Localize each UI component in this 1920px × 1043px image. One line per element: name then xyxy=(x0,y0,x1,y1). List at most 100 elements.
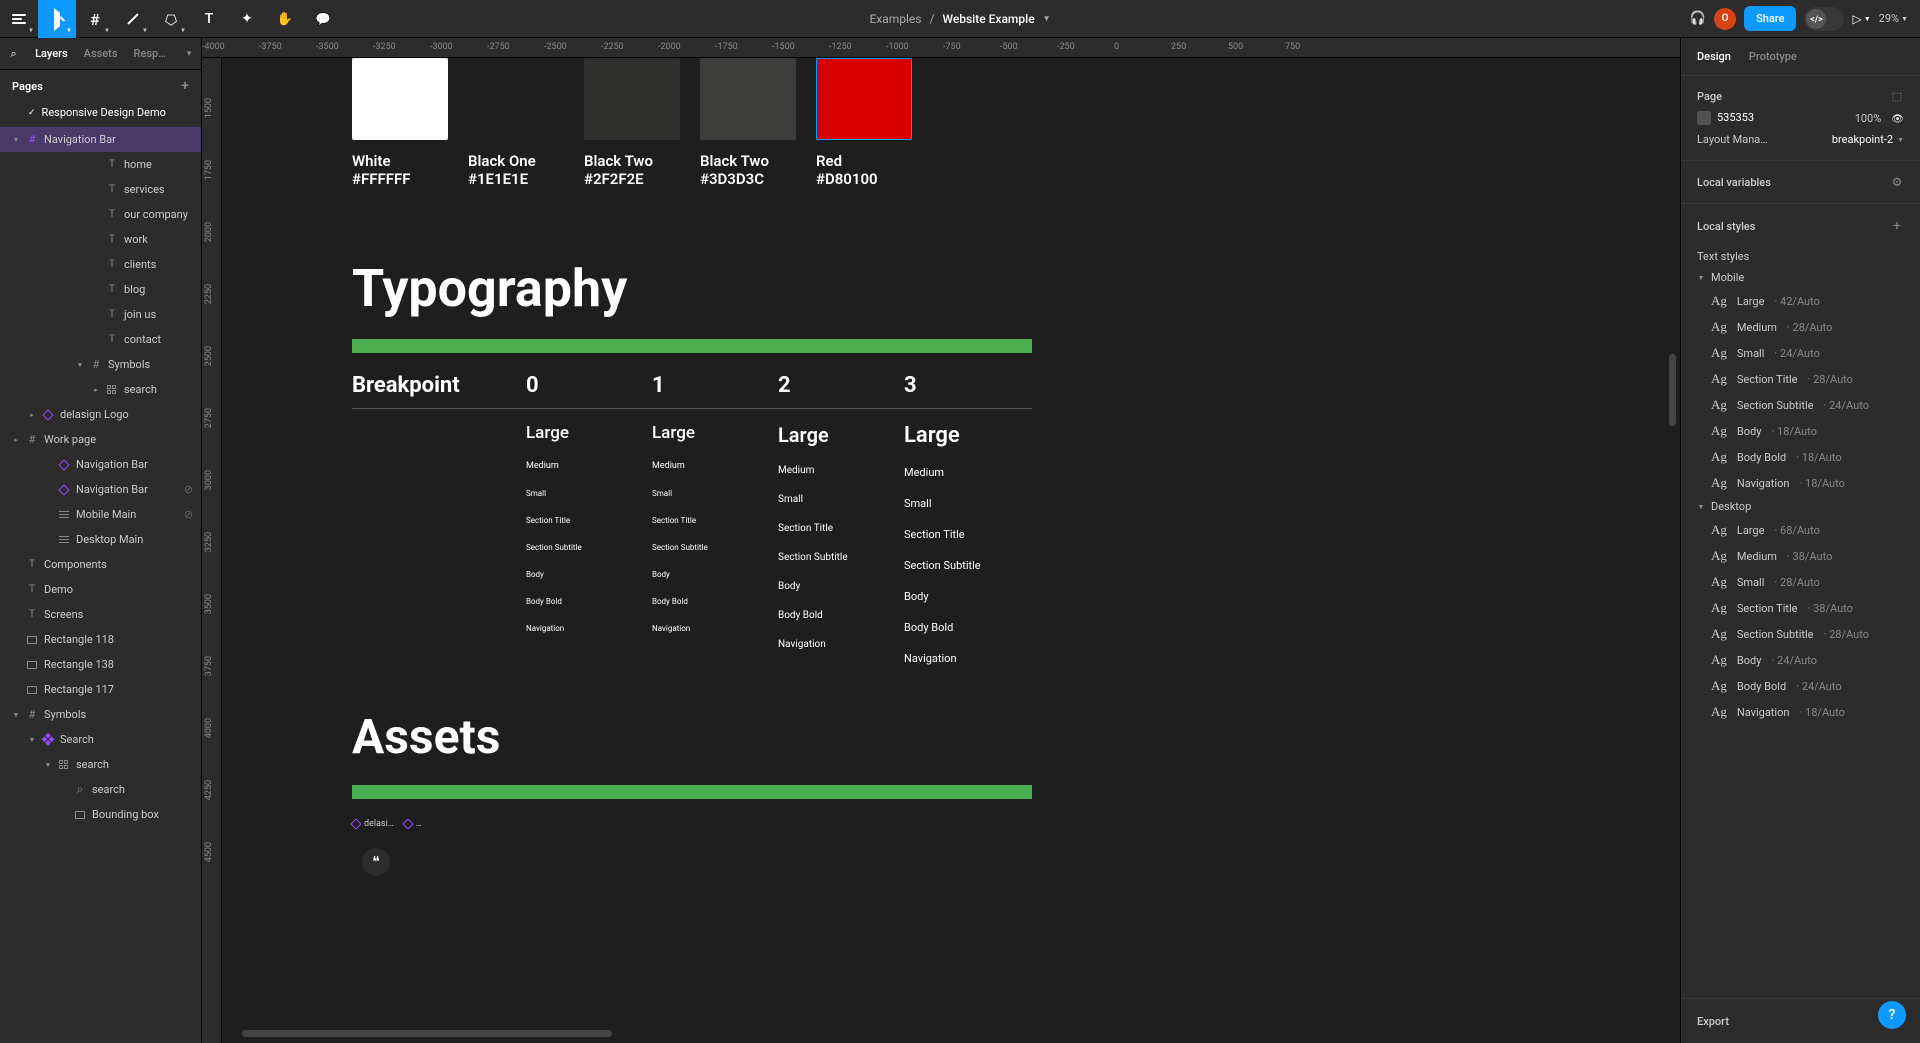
style-group-header[interactable]: ▼Desktop xyxy=(1681,496,1920,517)
layer-row[interactable]: ▼Search xyxy=(0,727,201,752)
color-swatch[interactable]: Red#D80100 xyxy=(816,58,912,188)
layer-row[interactable]: ▼search xyxy=(0,752,201,777)
text-style-row[interactable]: AgSection Title · 28/Auto xyxy=(1681,366,1920,392)
asset-tag[interactable]: delasi… xyxy=(352,819,394,829)
add-style-button[interactable] xyxy=(1890,218,1904,234)
text-style-row[interactable]: AgSection Title · 38/Auto xyxy=(1681,595,1920,621)
twisty-icon[interactable]: ▼ xyxy=(28,736,36,744)
variables-icon[interactable] xyxy=(1890,90,1904,103)
text-style-row[interactable]: AgMedium · 28/Auto xyxy=(1681,314,1920,340)
avatar[interactable]: O xyxy=(1714,8,1736,30)
settings-icon[interactable] xyxy=(1890,175,1904,189)
horizontal-scrollbar[interactable] xyxy=(242,1030,612,1037)
twisty-icon[interactable]: ▼ xyxy=(76,361,84,369)
layer-row[interactable]: Mobile Main⊘ xyxy=(0,502,201,527)
layer-row[interactable]: ▸Work page xyxy=(0,427,201,452)
layer-row[interactable]: home xyxy=(0,152,201,177)
chevron-down-icon[interactable]: ▼ xyxy=(185,49,193,58)
hidden-icon[interactable]: ⊘ xyxy=(184,483,193,496)
layer-row[interactable]: ▸delasign Logo xyxy=(0,402,201,427)
layer-row[interactable]: contact xyxy=(0,327,201,352)
resources-button[interactable] xyxy=(228,0,266,38)
layer-row[interactable]: Screens xyxy=(0,602,201,627)
pen-tool-button[interactable]: ▼ xyxy=(152,0,190,38)
share-button[interactable]: Share xyxy=(1744,6,1796,31)
text-style-row[interactable]: AgLarge · 42/Auto xyxy=(1681,288,1920,314)
layer-row[interactable]: search xyxy=(0,777,201,802)
color-swatch[interactable]: White#FFFFFF xyxy=(352,58,448,188)
text-style-row[interactable]: AgSmall · 28/Auto xyxy=(1681,569,1920,595)
frame-tool-button[interactable]: ▼ xyxy=(76,0,114,38)
dev-mode-toggle[interactable] xyxy=(1804,7,1844,31)
text-style-row[interactable]: AgSection Subtitle · 28/Auto xyxy=(1681,621,1920,647)
comment-tool-button[interactable] xyxy=(304,0,342,38)
text-style-row[interactable]: AgLarge · 68/Auto xyxy=(1681,517,1920,543)
text-style-row[interactable]: AgBody Bold · 18/Auto xyxy=(1681,444,1920,470)
text-style-row[interactable]: AgBody · 24/Auto xyxy=(1681,647,1920,673)
vertical-scrollbar[interactable] xyxy=(1669,354,1676,426)
breadcrumb-current[interactable]: Website Example xyxy=(942,12,1034,26)
tab-prototype[interactable]: Prototype xyxy=(1749,50,1797,63)
shape-tool-button[interactable]: ▼ xyxy=(114,0,152,38)
style-group-header[interactable]: ▼Mobile xyxy=(1681,267,1920,288)
layer-row[interactable]: Rectangle 138 xyxy=(0,652,201,677)
twisty-icon[interactable]: ▸ xyxy=(28,411,36,419)
page-background[interactable]: 535353 xyxy=(1697,111,1754,125)
layer-row[interactable]: Rectangle 118 xyxy=(0,627,201,652)
tab-design[interactable]: Design xyxy=(1697,50,1731,63)
layer-row[interactable]: ▸search xyxy=(0,377,201,402)
layer-row[interactable]: Rectangle 117 xyxy=(0,677,201,702)
color-swatch[interactable]: Black Two#3D3D3C xyxy=(700,58,796,188)
text-tool-button[interactable] xyxy=(190,0,228,38)
text-style-row[interactable]: AgMedium · 38/Auto xyxy=(1681,543,1920,569)
layer-row[interactable]: Navigation Bar xyxy=(0,452,201,477)
text-style-row[interactable]: AgNavigation · 18/Auto xyxy=(1681,699,1920,725)
color-swatch[interactable]: Black Two#2F2F2E xyxy=(584,58,680,188)
add-page-button[interactable] xyxy=(181,78,189,94)
color-swatch[interactable]: Black One#1E1E1E xyxy=(468,58,564,188)
layer-row[interactable]: ▼Navigation Bar xyxy=(0,127,201,152)
canvas[interactable]: White#FFFFFFBlack One#1E1E1EBlack Two#2F… xyxy=(222,58,1680,1043)
zoom-dropdown[interactable]: 29%▼ xyxy=(1879,12,1908,25)
present-button[interactable]: ▼ xyxy=(1852,12,1870,26)
tab-assets[interactable]: Assets xyxy=(84,47,118,60)
hand-tool-button[interactable] xyxy=(266,0,304,38)
layout-manager-dropdown[interactable]: breakpoint-2▼ xyxy=(1832,133,1904,146)
main-menu-button[interactable]: ▼ xyxy=(0,0,38,38)
twisty-icon[interactable]: ▸ xyxy=(12,436,20,444)
layer-row[interactable]: ▼Symbols xyxy=(0,702,201,727)
page-row[interactable]: ✓ Responsive Design Demo xyxy=(0,102,201,127)
page-opacity[interactable]: 100% xyxy=(1855,112,1882,125)
text-style-row[interactable]: AgSection Subtitle · 24/Auto xyxy=(1681,392,1920,418)
layer-row[interactable]: Components xyxy=(0,552,201,577)
layer-row[interactable]: ▼Symbols xyxy=(0,352,201,377)
help-button[interactable]: ? xyxy=(1878,1001,1906,1029)
layer-row[interactable]: Bounding box xyxy=(0,802,201,827)
twisty-icon[interactable]: ▸ xyxy=(92,386,100,394)
asset-tag[interactable]: … xyxy=(404,819,422,829)
layer-row[interactable]: blog xyxy=(0,277,201,302)
move-tool-button[interactable]: ▼ xyxy=(38,0,76,38)
chevron-down-icon[interactable]: ▼ xyxy=(1043,14,1051,23)
layer-row[interactable]: Demo xyxy=(0,577,201,602)
text-style-row[interactable]: AgBody Bold · 24/Auto xyxy=(1681,673,1920,699)
hidden-icon[interactable]: ⊘ xyxy=(184,508,193,521)
twisty-icon[interactable]: ▼ xyxy=(12,136,20,144)
search-icon[interactable]: ⌕ xyxy=(8,47,19,61)
breadcrumb-parent[interactable]: Examples xyxy=(869,12,921,26)
tab-layers[interactable]: Layers xyxy=(35,47,68,60)
text-style-row[interactable]: AgNavigation · 18/Auto xyxy=(1681,470,1920,496)
text-style-row[interactable]: AgBody · 18/Auto xyxy=(1681,418,1920,444)
tab-responsive[interactable]: Respon… xyxy=(134,47,170,60)
visibility-icon[interactable] xyxy=(1891,112,1904,125)
audio-icon[interactable] xyxy=(1690,11,1706,26)
layer-row[interactable]: our company xyxy=(0,202,201,227)
twisty-icon[interactable]: ▼ xyxy=(44,761,52,769)
layer-row[interactable]: work xyxy=(0,227,201,252)
layer-row[interactable]: Desktop Main xyxy=(0,527,201,552)
layer-row[interactable]: clients xyxy=(0,252,201,277)
layer-row[interactable]: Navigation Bar⊘ xyxy=(0,477,201,502)
layer-row[interactable]: services xyxy=(0,177,201,202)
twisty-icon[interactable]: ▼ xyxy=(12,711,20,719)
text-style-row[interactable]: AgSmall · 24/Auto xyxy=(1681,340,1920,366)
